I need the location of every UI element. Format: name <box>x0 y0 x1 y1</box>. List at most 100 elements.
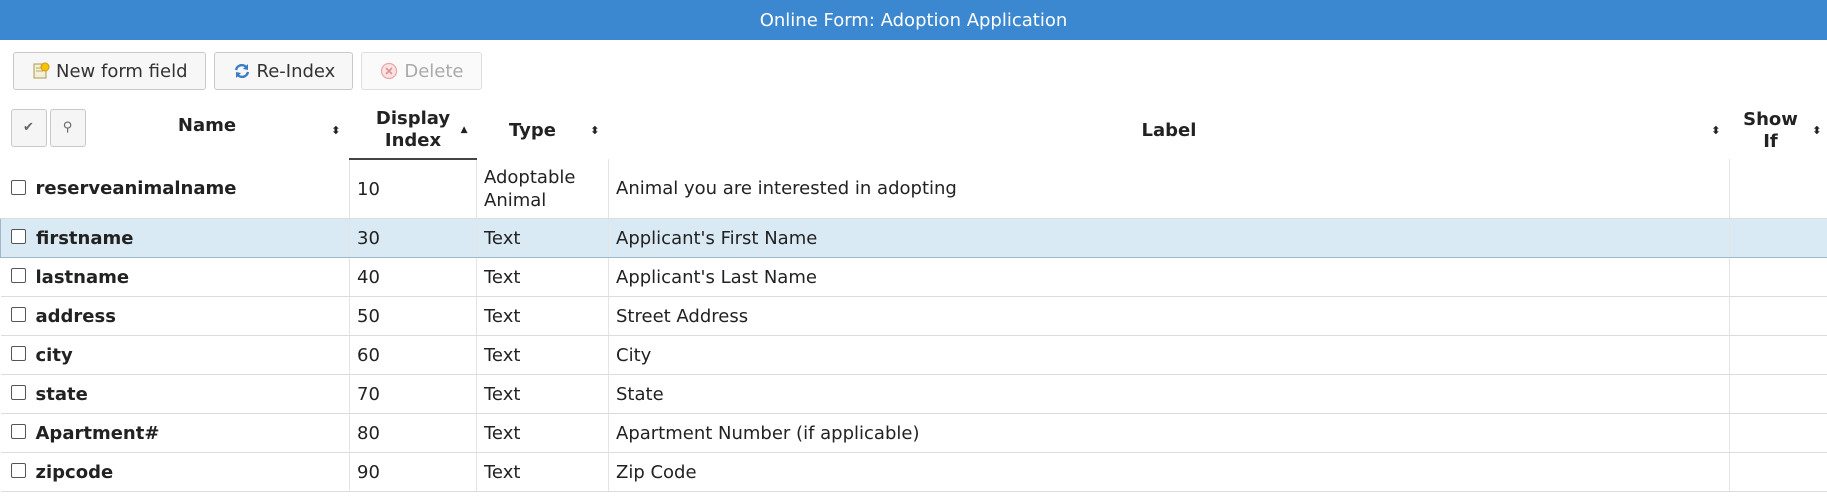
table-row[interactable]: state 70 Text State <box>0 374 1827 414</box>
search-icon: ⚲ <box>62 120 73 135</box>
cell-index: 90 <box>349 452 477 492</box>
sort-icon: ⬍ <box>1812 123 1822 137</box>
field-name[interactable]: reserveanimalname <box>36 178 237 199</box>
cell-label: City <box>608 335 1730 375</box>
row-checkbox[interactable] <box>10 346 26 361</box>
filter-search-button[interactable]: ⚲ <box>49 109 86 147</box>
window-title-bar: Online Form: Adoption Application <box>0 0 1827 40</box>
sort-icon: ⬍ <box>331 123 341 137</box>
cell-type: Text <box>476 218 609 258</box>
column-header-label-label: Label <box>1141 119 1197 141</box>
reindex-button[interactable]: Re-Index <box>213 52 354 90</box>
cell-show-if <box>1729 257 1827 297</box>
reindex-icon <box>233 62 251 80</box>
cell-label: State <box>608 374 1730 414</box>
cell-index: 70 <box>349 374 477 414</box>
cell-type: Text <box>476 335 609 375</box>
row-checkbox[interactable] <box>10 385 26 400</box>
cell-type: Adoptable Animal <box>476 159 609 219</box>
cell-name: zipcode <box>0 452 350 492</box>
cell-label: Zip Code <box>608 452 1730 492</box>
field-name[interactable]: lastname <box>36 267 130 288</box>
column-header-show-if-line2: If <box>1763 130 1778 152</box>
form-fields-table: ✔ ⚲ Name ⬍ Display Index ▲ Type ⬍ Label <box>0 102 1827 492</box>
field-name[interactable]: firstname <box>36 228 133 249</box>
cell-index: 80 <box>349 413 477 453</box>
cell-type-line2: Animal <box>484 189 547 211</box>
sort-asc-icon: ▲ <box>460 125 468 135</box>
row-checkbox[interactable] <box>10 268 26 283</box>
cell-name: Apartment# <box>0 413 350 453</box>
cell-label: Street Address <box>608 296 1730 336</box>
field-name[interactable]: city <box>36 345 73 366</box>
checkmark-icon: ✔ <box>23 120 34 135</box>
cell-type: Text <box>476 452 609 492</box>
table-row[interactable]: city 60 Text City <box>0 335 1827 375</box>
cell-label: Applicant's First Name <box>608 218 1730 258</box>
cell-show-if <box>1729 159 1827 219</box>
cell-index: 30 <box>349 218 477 258</box>
column-header-display-index-line2: Index <box>384 130 442 151</box>
cell-index: 40 <box>349 257 477 297</box>
cell-show-if <box>1729 452 1827 492</box>
row-checkbox[interactable] <box>10 179 26 195</box>
cell-show-if <box>1729 335 1827 375</box>
table-row[interactable]: lastname 40 Text Applicant's Last Name <box>0 257 1827 297</box>
new-form-field-label: New form field <box>56 60 188 82</box>
sort-icon: ⬍ <box>1711 123 1721 137</box>
toolbar: New form field Re-Index Delete <box>0 40 1827 102</box>
table-row[interactable]: zipcode 90 Text Zip Code <box>0 452 1827 492</box>
cell-index: 50 <box>349 296 477 336</box>
cell-name: reserveanimalname <box>0 159 350 219</box>
cell-name: firstname <box>0 218 350 258</box>
row-checkbox[interactable] <box>10 424 26 439</box>
table-row[interactable]: address 50 Text Street Address <box>0 296 1827 336</box>
cell-type: Text <box>476 413 609 453</box>
cell-show-if <box>1729 296 1827 336</box>
cell-label: Applicant's Last Name <box>608 257 1730 297</box>
delete-icon <box>380 62 398 80</box>
reindex-label: Re-Index <box>256 60 336 82</box>
cell-index: 10 <box>349 159 477 219</box>
table-row[interactable]: Apartment# 80 Text Apartment Number (if … <box>0 413 1827 453</box>
row-checkbox[interactable] <box>11 229 26 244</box>
column-header-display-index-line1: Display <box>375 108 451 129</box>
column-header-type-label: Type <box>509 119 556 141</box>
field-name[interactable]: Apartment# <box>36 423 160 444</box>
cell-type-line1: Adoptable <box>484 166 576 188</box>
delete-label: Delete <box>404 60 464 82</box>
cell-name: city <box>0 335 350 375</box>
delete-button[interactable]: Delete <box>361 52 482 90</box>
cell-label: Apartment Number (if applicable) <box>608 413 1730 453</box>
new-form-field-button[interactable]: New form field <box>13 52 206 90</box>
cell-show-if <box>1729 374 1827 414</box>
column-header-name-label: Name <box>177 114 237 136</box>
row-checkbox[interactable] <box>10 463 26 478</box>
column-header-label[interactable]: Label ⬍ <box>609 102 1730 159</box>
field-name[interactable]: state <box>36 384 88 405</box>
table-row[interactable]: firstname 30 Text Applicant's First Name <box>0 218 1827 258</box>
column-header-name[interactable]: ✔ ⚲ Name ⬍ <box>1 102 350 159</box>
cell-name: lastname <box>0 257 350 297</box>
cell-name: state <box>0 374 350 414</box>
column-header-show-if-line1: Show <box>1743 108 1798 130</box>
table-row[interactable]: reserveanimalname 10 Adoptable Animal An… <box>0 159 1827 219</box>
window-title: Online Form: Adoption Application <box>759 9 1068 31</box>
row-checkbox[interactable] <box>10 307 26 322</box>
column-header-type[interactable]: Type ⬍ <box>477 102 609 159</box>
sort-icon: ⬍ <box>590 123 600 137</box>
column-header-display-index[interactable]: Display Index ▲ <box>349 102 477 160</box>
field-name[interactable]: zipcode <box>36 462 114 483</box>
new-field-icon <box>32 62 50 80</box>
cell-type: Text <box>476 296 609 336</box>
table-header-row: ✔ ⚲ Name ⬍ Display Index ▲ Type ⬍ Label <box>1 102 1827 160</box>
cell-name: address <box>0 296 350 336</box>
cell-label: Animal you are interested in adopting <box>608 159 1730 219</box>
select-all-button[interactable]: ✔ <box>10 109 47 147</box>
cell-type: Text <box>476 374 609 414</box>
cell-index: 60 <box>349 335 477 375</box>
cell-type: Text <box>476 257 609 297</box>
header-buttons: ✔ ⚲ <box>10 109 86 147</box>
field-name[interactable]: address <box>36 306 116 327</box>
column-header-show-if[interactable]: Show If ⬍ <box>1730 102 1827 159</box>
